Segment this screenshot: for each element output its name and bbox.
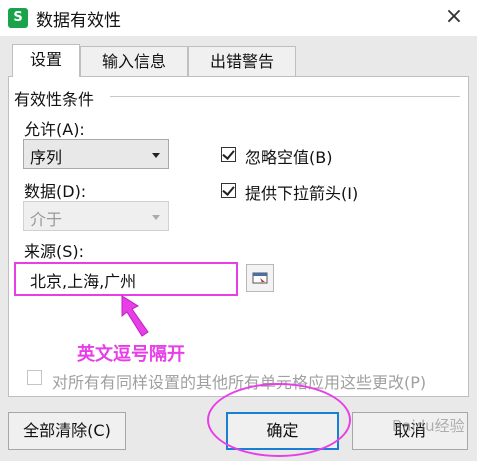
- ignore-blank-checkbox[interactable]: [221, 147, 236, 162]
- chevron-down-icon: [152, 215, 160, 220]
- data-select: 介于: [23, 201, 169, 231]
- apply-all-checkbox: [27, 370, 42, 385]
- tab-settings[interactable]: 设置: [12, 44, 80, 77]
- window-title: 数据有效性: [36, 11, 121, 31]
- ok-button[interactable]: 确定: [226, 412, 339, 450]
- validation-criteria-title: 有效性条件: [14, 86, 101, 110]
- allow-label: 允许(A):: [24, 120, 85, 139]
- wps-app-icon: S: [8, 8, 28, 28]
- data-label: 数据(D):: [24, 182, 87, 201]
- range-select-button[interactable]: [246, 264, 274, 292]
- annotation-arrow-icon: [121, 295, 149, 337]
- clear-all-button[interactable]: 全部清除(C): [8, 412, 126, 450]
- source-label: 来源(S):: [24, 242, 85, 261]
- tab-error-alert[interactable]: 出错警告: [188, 46, 296, 76]
- close-icon[interactable]: ×: [440, 4, 468, 32]
- apply-all-label: 对所有有同样设置的其他所有单元格应用这些更改(P): [52, 373, 427, 392]
- annotation-text: 英文逗号隔开: [77, 344, 185, 365]
- data-value: 介于: [30, 210, 63, 229]
- chevron-down-icon: [152, 153, 160, 158]
- tab-input-message[interactable]: 输入信息: [80, 46, 188, 76]
- watermark: Baidu经验: [392, 417, 465, 435]
- checkmark-icon: [222, 183, 235, 196]
- ignore-blank-label: 忽略空值(B): [245, 148, 333, 167]
- allow-select[interactable]: 序列: [23, 139, 169, 169]
- title-bar: S 数据有效性 ×: [0, 0, 477, 36]
- source-field[interactable]: [14, 262, 238, 296]
- group-divider: [110, 96, 460, 97]
- source-input[interactable]: [28, 269, 232, 290]
- dropdown-arrow-label: 提供下拉箭头(I): [245, 184, 359, 203]
- range-picker-icon: [252, 272, 268, 285]
- allow-value: 序列: [30, 148, 63, 167]
- dropdown-arrow-checkbox[interactable]: [221, 183, 236, 198]
- checkmark-icon: [222, 147, 235, 160]
